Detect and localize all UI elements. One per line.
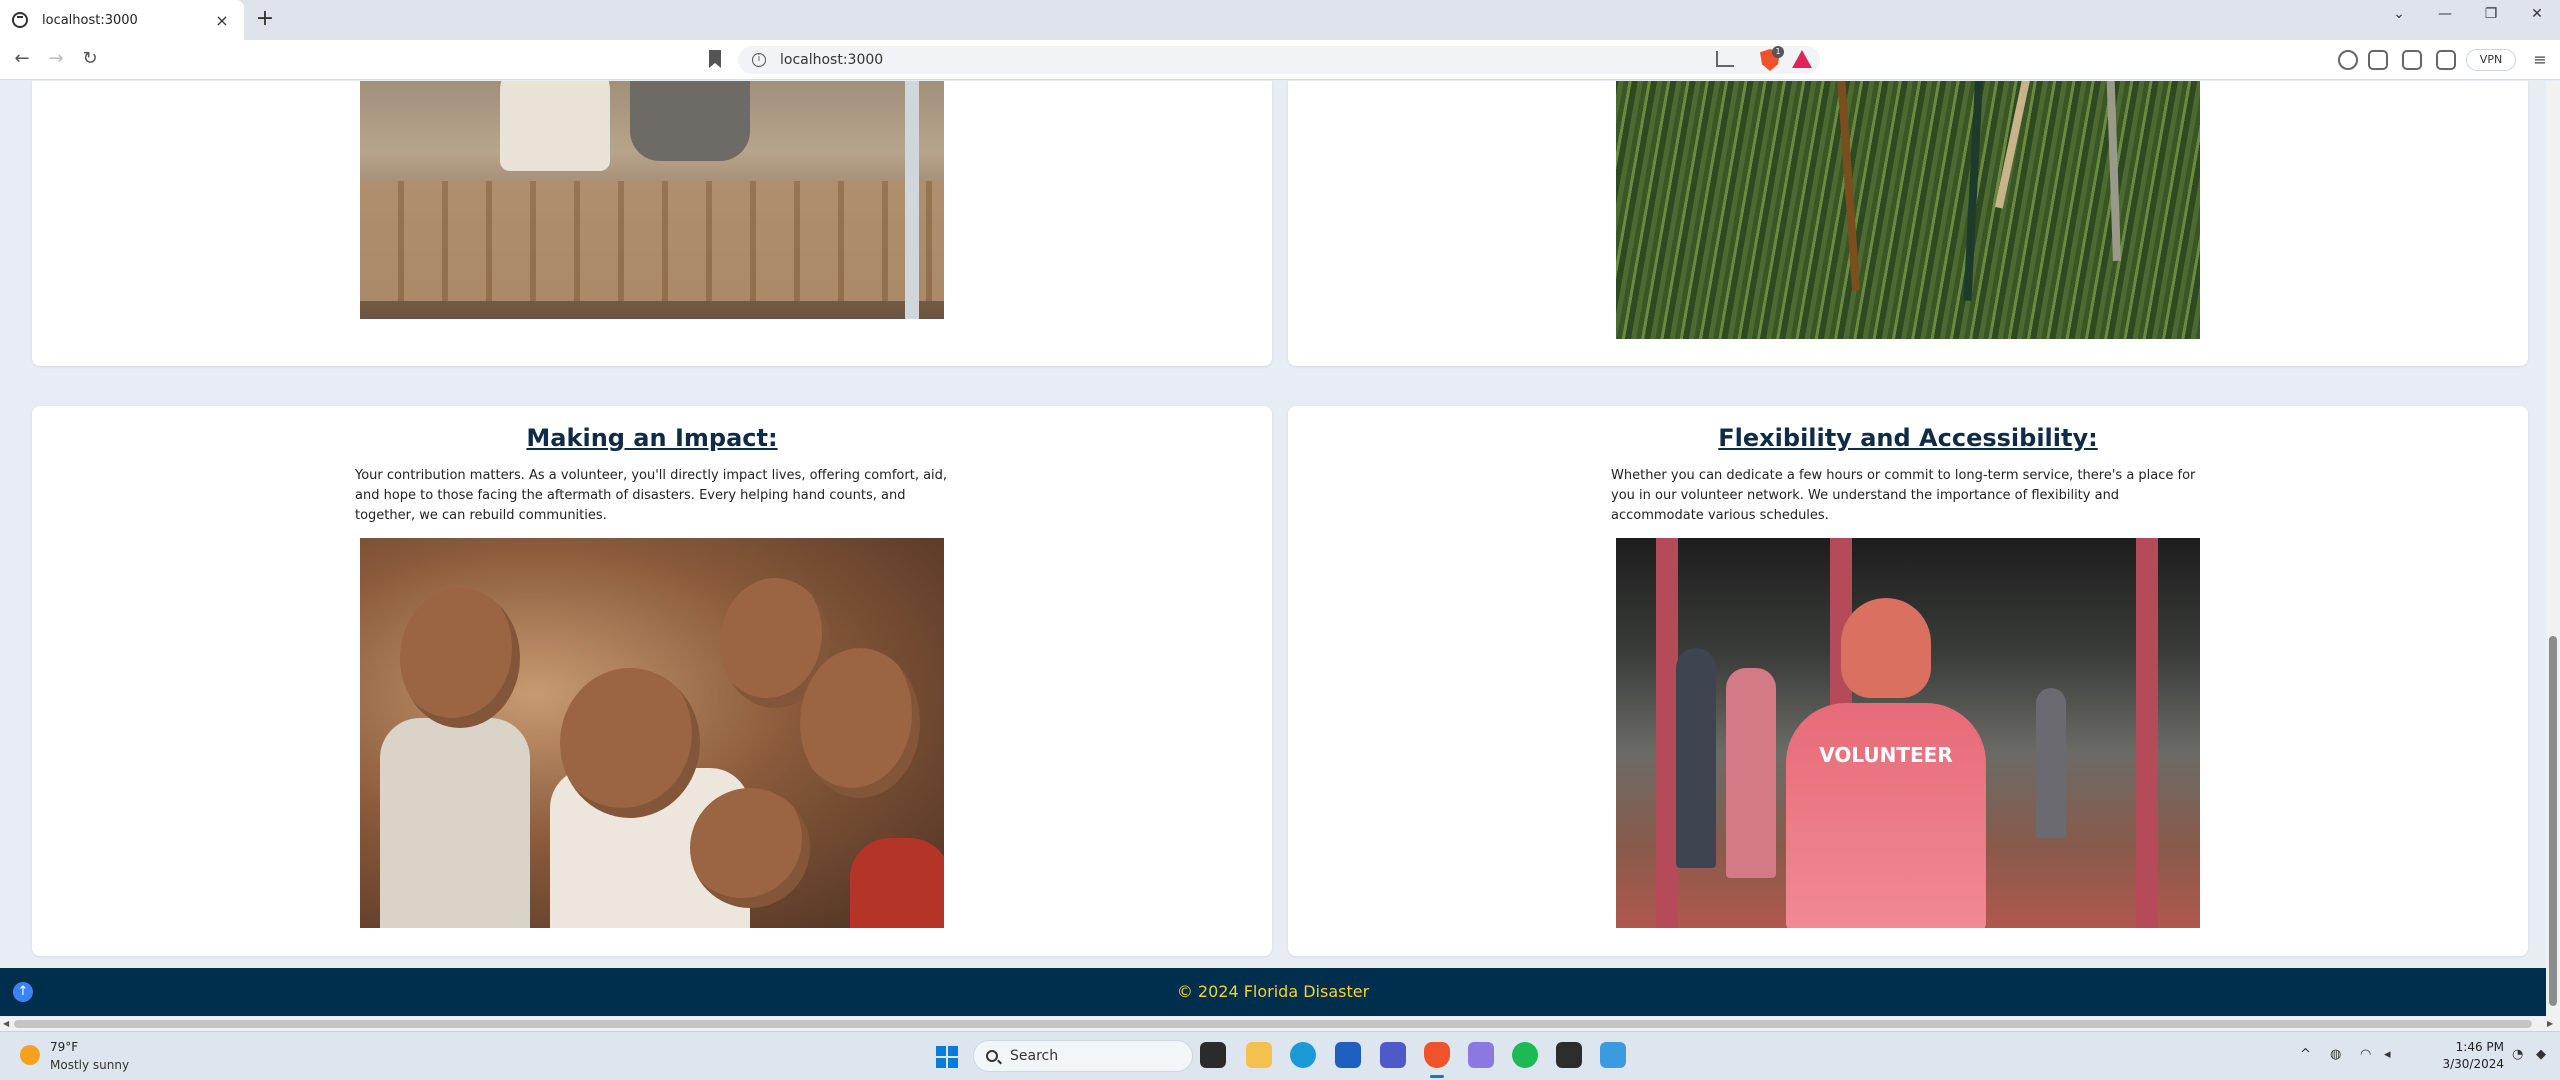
minimize-button[interactable]: — (2428, 0, 2462, 28)
copilot-icon[interactable]: ◆ (2536, 1047, 2546, 1062)
volunteer-shirt-text: VOLUNTEER (1819, 743, 1953, 767)
horizontal-scrollbar-thumb[interactable] (14, 1020, 2532, 1028)
card-food-distribution (32, 81, 1272, 366)
forward-button[interactable]: → (42, 48, 70, 72)
site-info-icon[interactable]: i (752, 53, 766, 67)
vertical-scrollbar[interactable] (2546, 81, 2560, 1017)
sidebar-icon[interactable] (2402, 50, 2422, 70)
start-button[interactable] (936, 1046, 958, 1068)
share-icon[interactable] (1716, 51, 1734, 67)
reload-button[interactable]: ↻ (76, 48, 104, 72)
vpn-button[interactable]: VPN (2466, 49, 2516, 71)
notification-bell-icon[interactable]: ◔ (2512, 1047, 2523, 1062)
bookmark-icon[interactable] (709, 50, 721, 68)
shield-count-badge: 1 (1772, 46, 1784, 58)
back-button[interactable]: ← (8, 48, 36, 72)
garden-tools-photo (1616, 81, 2200, 339)
browser-toolbar: ← → ↻ i localhost:3000 1 VPN ≡ (0, 40, 2560, 80)
horizontal-scrollbar[interactable]: ◀ ▶ (0, 1017, 2560, 1031)
volume-icon[interactable]: ◂ (2384, 1047, 2391, 1062)
browser-tab-bar: localhost:3000 × + ⌄ — ❐ ✕ (0, 0, 2560, 40)
terminal-icon[interactable] (1556, 1042, 1582, 1068)
teams-icon[interactable] (1380, 1042, 1406, 1068)
edge-browser-icon[interactable] (1290, 1042, 1316, 1068)
volunteer-photo: VOLUNTEER (1616, 538, 2200, 928)
card-title: Flexibility and Accessibility: (1718, 424, 2098, 452)
vscode-icon[interactable] (1600, 1042, 1626, 1068)
file-explorer-icon[interactable] (1246, 1042, 1272, 1068)
app-icon[interactable] (1468, 1042, 1494, 1068)
scroll-to-top-button[interactable]: ↑ (13, 982, 33, 1002)
scroll-right-icon[interactable]: ▶ (2547, 1019, 2553, 1028)
wifi-icon[interactable]: ◠ (2360, 1047, 2371, 1062)
card-body: Your contribution matters. As a voluntee… (355, 468, 948, 523)
page-viewport: Making an Impact: Your contribution matt… (0, 81, 2546, 1021)
browser-tab[interactable]: localhost:3000 × (0, 0, 244, 40)
active-app-indicator (1430, 1075, 1444, 1078)
clock-time[interactable]: 1:46 PM (2424, 1040, 2504, 1054)
weather-description[interactable]: Mostly sunny (50, 1058, 129, 1072)
food-distribution-photo (360, 81, 944, 319)
tab-title: localhost:3000 (42, 12, 138, 28)
microsoft-store-icon[interactable] (1335, 1042, 1361, 1068)
children-photo (360, 538, 944, 928)
weather-sun-icon[interactable] (20, 1045, 40, 1065)
vertical-scrollbar-thumb[interactable] (2549, 636, 2557, 1006)
clock-date[interactable]: 3/30/2024 (2424, 1057, 2504, 1071)
card-title: Making an Impact: (526, 424, 778, 452)
wallet-icon[interactable] (2436, 50, 2456, 70)
url-text[interactable]: localhost:3000 (780, 52, 883, 68)
search-icon (986, 1050, 998, 1062)
address-bar[interactable]: i localhost:3000 (738, 46, 1820, 74)
taskbar-search-box[interactable]: Search (973, 1040, 1193, 1072)
tab-close-button[interactable]: × (212, 11, 232, 30)
tab-list-chevron-icon[interactable]: ⌄ (2382, 0, 2416, 28)
restore-button[interactable]: ❐ (2474, 0, 2508, 28)
close-window-button[interactable]: ✕ (2520, 0, 2554, 28)
new-tab-button[interactable]: + (250, 6, 280, 34)
task-view-icon[interactable] (1200, 1042, 1226, 1068)
brave-browser-icon[interactable] (1424, 1042, 1450, 1068)
extensions-icon[interactable] (2368, 50, 2388, 70)
footer-copyright: © 2024 Florida Disaster (1176, 982, 1370, 1001)
card-flexibility-and-accessibility: Flexibility and Accessibility: Whether y… (1288, 406, 2528, 956)
weather-temperature[interactable]: 79°F (50, 1040, 78, 1054)
scroll-left-icon[interactable]: ◀ (3, 1019, 9, 1028)
network-tray-icon[interactable]: ◍ (2330, 1047, 2341, 1062)
browser-menu-icon[interactable]: ≡ (2530, 48, 2550, 72)
spotify-icon[interactable] (1512, 1042, 1538, 1068)
card-garden-tools (1288, 81, 2528, 366)
search-label: Search (1010, 1048, 1059, 1064)
reader-mode-icon[interactable] (2338, 50, 2358, 70)
site-footer: © 2024 Florida Disaster ↑ (0, 968, 2546, 1016)
tray-overflow-chevron-icon[interactable]: ^ (2300, 1047, 2311, 1062)
globe-icon (12, 12, 28, 28)
card-making-an-impact: Making an Impact: Your contribution matt… (32, 406, 1272, 956)
card-body: Whether you can dedicate a few hours or … (1611, 468, 2196, 523)
windows-taskbar: 79°F Mostly sunny Search ^ ◍ ◠ ◂ 1:46 PM… (0, 1031, 2560, 1080)
